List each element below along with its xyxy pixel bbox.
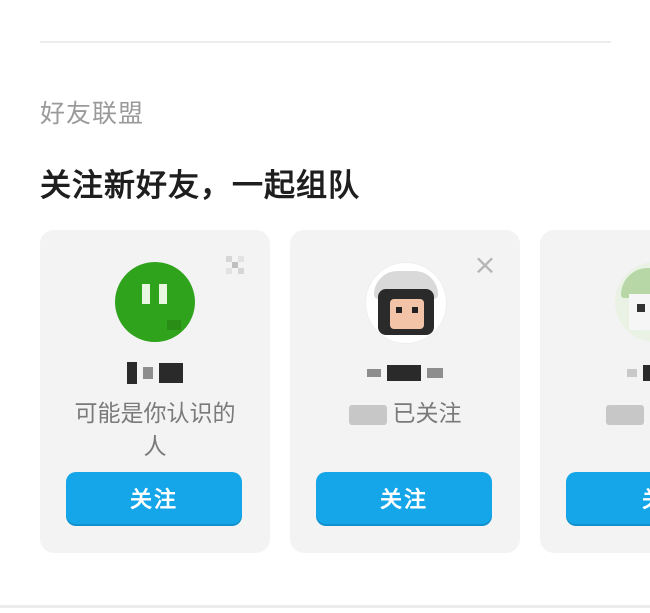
bottom-divider [0,605,650,608]
friend-suggestion-card[interactable]: 雨 已 关 [540,230,650,553]
avatar-detail [412,307,418,313]
top-divider [40,41,611,43]
reason-text: 已关注 [392,401,462,427]
pixel-block [143,367,153,379]
avatar[interactable] [115,262,195,342]
pixelated-username [540,360,650,386]
friend-suggestion-card[interactable]: × 已关注 关注 [290,230,520,553]
avatar-detail [159,284,167,304]
dismiss-button[interactable]: × [472,251,498,279]
avatar-detail [142,284,150,304]
suggestion-reason: 可能是你认识的人 [74,401,236,460]
close-icon [226,256,244,274]
avatar-detail [629,294,650,330]
friend-suggestion-carousel[interactable]: 可能是你认识的人 关注 × 已关注 关注 [40,230,650,555]
follow-button[interactable]: 关注 [66,472,242,524]
pixel-block [627,369,637,377]
follow-button[interactable]: 关 [566,472,650,524]
pixelated-username [290,360,520,386]
page-headline: 关注新好友，一起组队 [40,168,360,204]
blurred-name [348,404,387,425]
pixel-block [367,369,381,377]
avatar[interactable] [615,262,650,342]
pixel-block [159,363,183,383]
avatar-detail [390,299,424,329]
pixelated-username [40,360,270,386]
avatar-detail [167,320,181,330]
blurred-name [606,404,645,425]
pixel-block [427,368,443,378]
pixel-block [643,365,650,381]
suggestion-reason: 雨 已 [566,398,650,431]
pixel-block [387,365,421,381]
follow-button[interactable]: 关注 [316,472,492,524]
dismiss-icon[interactable] [222,252,248,278]
friend-suggestion-card[interactable]: 可能是你认识的人 关注 [40,230,270,553]
avatar[interactable] [365,262,447,344]
section-label: 好友联盟 [40,99,145,128]
avatar-detail [396,307,402,313]
suggestion-reason: 已关注 [316,398,494,431]
pixel-block [127,362,137,384]
avatar-detail [637,304,645,312]
